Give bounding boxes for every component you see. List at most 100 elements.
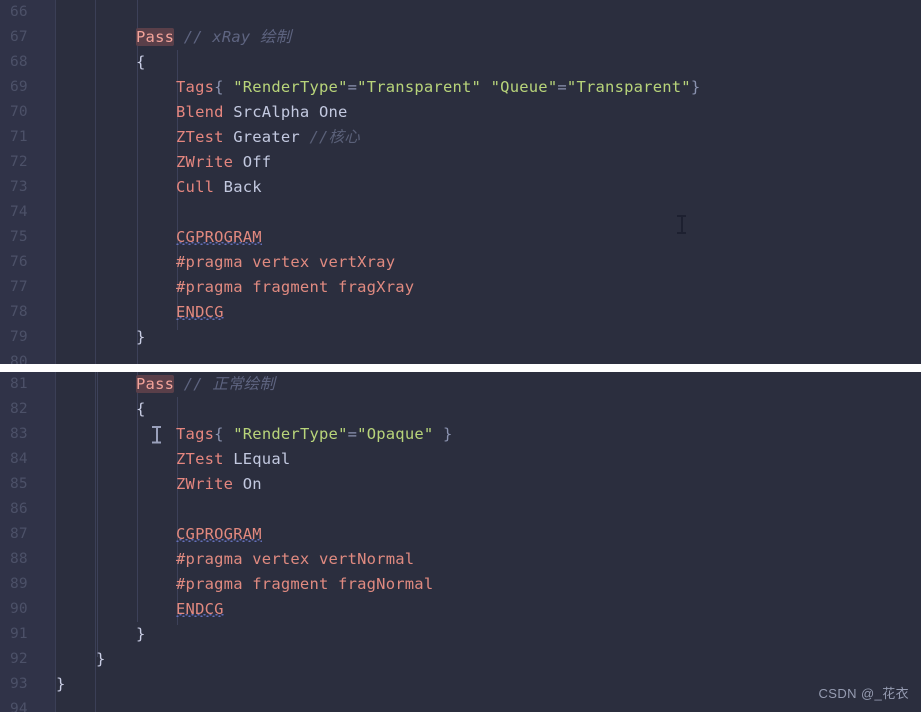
editor-pane-lower[interactable]: 81 Pass // 正常绘制 82 {83 Tags{ "RenderType"="O… (0, 372, 921, 712)
code-line[interactable]: 80 (0, 350, 921, 364)
line-number: 69 (10, 79, 28, 95)
line-number: 90 (10, 601, 28, 617)
code-token: #pragma fragment fragNormal (176, 575, 434, 593)
screenshot-stitch-seam (0, 364, 921, 372)
code-line[interactable]: 67 Pass // xRay 绘制 (0, 25, 921, 50)
code-text[interactable]: #pragma vertex vertNormal (176, 547, 414, 572)
code-text[interactable]: ZTest Greater //核心 (176, 125, 360, 150)
code-token: ZTest (176, 450, 224, 468)
csdn-watermark: CSDN @_花衣 (818, 686, 909, 701)
code-token: ENDCG (176, 600, 224, 618)
code-token: } (433, 425, 453, 443)
code-token: Off (233, 153, 272, 171)
code-token: Greater (223, 128, 310, 146)
code-token: ENDCG (176, 303, 224, 321)
mouse-ibeam-cursor (677, 215, 686, 234)
code-line[interactable]: 78 ENDCG (0, 300, 921, 325)
code-text[interactable]: Pass // xRay 绘制 (136, 25, 291, 50)
code-line[interactable]: 74 (0, 200, 921, 225)
code-text[interactable]: ZWrite On (176, 472, 262, 497)
code-line[interactable]: 94 (0, 697, 921, 712)
line-number: 67 (10, 29, 28, 45)
line-number: 71 (10, 129, 28, 145)
code-line[interactable]: 72 ZWrite Off (0, 150, 921, 175)
code-token: "RenderType" (233, 425, 348, 443)
code-text[interactable]: ENDCG (176, 597, 224, 622)
code-line[interactable]: 76 #pragma vertex vertXray (0, 250, 921, 275)
code-text[interactable]: #pragma fragment fragNormal (176, 572, 433, 597)
line-number: 77 (10, 279, 28, 295)
code-token: "Opaque" (357, 425, 434, 443)
code-line[interactable]: 90 ENDCG (0, 597, 921, 622)
code-token: #pragma vertex vertNormal (176, 550, 415, 568)
code-line[interactable]: 69 Tags{ "RenderType"="Transparent" "Queu… (0, 75, 921, 100)
code-line[interactable]: 81 Pass // 正常绘制 (0, 372, 921, 397)
code-line[interactable]: 70 Blend SrcAlpha One (0, 100, 921, 125)
code-lines-lower[interactable]: 81 Pass // 正常绘制 82 {83 Tags{ "RenderType"="O… (0, 372, 921, 712)
code-text[interactable]: Tags{ "RenderType"="Opaque" } (176, 422, 453, 447)
code-token: } (136, 625, 146, 643)
editor-pane-upper[interactable]: 66 67 Pass // xRay 绘制 68 {69 Tags{ "RenderTyp… (0, 0, 921, 364)
code-token: = (557, 78, 567, 96)
code-line[interactable]: 79} (0, 325, 921, 350)
code-text[interactable]: Blend SrcAlpha One (176, 100, 348, 125)
code-text[interactable]: { (136, 397, 146, 422)
code-token: #pragma vertex vertXray (176, 253, 396, 271)
line-number: 94 (10, 701, 28, 712)
code-text[interactable]: Pass // 正常绘制 (136, 372, 275, 397)
code-text[interactable]: CGPROGRAM (176, 225, 262, 250)
line-number: 87 (10, 526, 28, 542)
line-number: 73 (10, 179, 28, 195)
code-line[interactable]: 89 #pragma fragment fragNormal (0, 572, 921, 597)
code-token: On (233, 475, 262, 493)
code-line[interactable]: 93} (0, 672, 921, 697)
line-number: 82 (10, 401, 28, 417)
code-token: ZTest (176, 128, 224, 146)
code-text[interactable]: #pragma vertex vertXray (176, 250, 395, 275)
code-lines-upper[interactable]: 66 67 Pass // xRay 绘制 68 {69 Tags{ "RenderTyp… (0, 0, 921, 364)
line-number: 88 (10, 551, 28, 567)
code-text[interactable]: ZWrite Off (176, 150, 271, 175)
code-token: CGPROGRAM (176, 525, 262, 543)
code-text[interactable]: } (136, 325, 146, 350)
code-text[interactable]: ENDCG (176, 300, 224, 325)
code-token: { (214, 78, 234, 96)
code-line[interactable]: 91} (0, 622, 921, 647)
code-token: //核心 (309, 128, 360, 146)
code-line[interactable]: 85 ZWrite On (0, 472, 921, 497)
code-token: = (347, 78, 358, 96)
code-text[interactable]: CGPROGRAM (176, 522, 262, 547)
code-text[interactable]: } (96, 647, 106, 672)
code-token: ZWrite (176, 153, 234, 171)
line-number: 78 (10, 304, 28, 320)
line-number: 92 (10, 651, 28, 667)
line-number: 85 (10, 476, 28, 492)
code-line[interactable]: 88 #pragma vertex vertNormal (0, 547, 921, 572)
code-text[interactable]: { (136, 50, 146, 75)
code-text[interactable]: #pragma fragment fragXray (176, 275, 414, 300)
code-token: = (347, 425, 358, 443)
code-line[interactable]: 84 ZTest LEqual (0, 447, 921, 472)
code-line[interactable]: 83 Tags{ "RenderType"="Opaque" } (0, 422, 921, 447)
line-number: 68 (10, 54, 28, 70)
line-number: 83 (10, 426, 28, 442)
code-line[interactable]: 77 #pragma fragment fragXray (0, 275, 921, 300)
code-text[interactable]: } (136, 622, 146, 647)
code-line[interactable]: 71 ZTest Greater //核心 (0, 125, 921, 150)
code-text[interactable]: ZTest LEqual (176, 447, 290, 472)
code-text[interactable]: Tags{ "RenderType"="Transparent" "Queue"… (176, 75, 700, 100)
code-line[interactable]: 66 (0, 0, 921, 25)
code-line[interactable]: 87 CGPROGRAM (0, 522, 921, 547)
code-token: { (136, 53, 146, 71)
code-line[interactable]: 92} (0, 647, 921, 672)
code-line[interactable]: 86 (0, 497, 921, 522)
code-token: Pass (136, 28, 175, 46)
code-line[interactable]: 82 { (0, 397, 921, 422)
code-line[interactable]: 73 Cull Back (0, 175, 921, 200)
code-text[interactable]: Cull Back (176, 175, 262, 200)
code-token: // xRay 绘制 (183, 28, 292, 46)
code-line[interactable]: 75 CGPROGRAM (0, 225, 921, 250)
code-line[interactable]: 68 { (0, 50, 921, 75)
code-text[interactable]: } (56, 672, 66, 697)
